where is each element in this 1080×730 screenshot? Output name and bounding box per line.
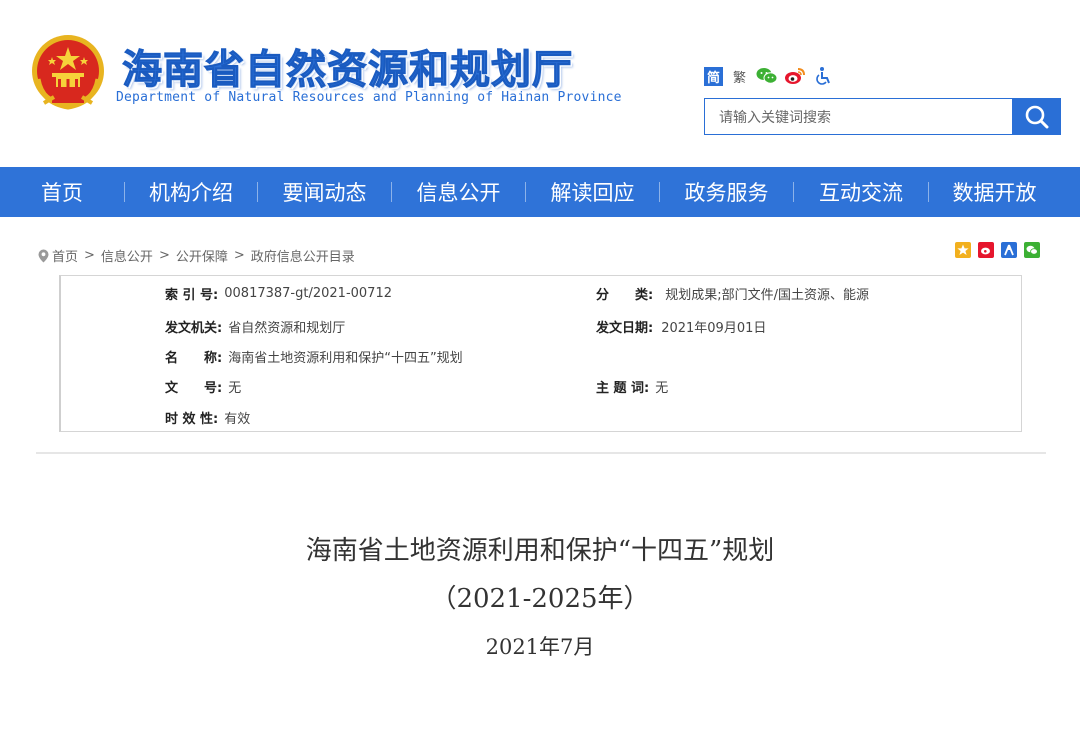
accessibility-icon[interactable] [812, 66, 834, 86]
nav-item-about[interactable]: 机构介绍 [125, 167, 257, 217]
site-subtitle: Department of Natural Resources and Plan… [116, 90, 622, 105]
site-title[interactable]: 海南省自然资源和规划厅 [122, 37, 573, 95]
date-value: 2021年09月01日 [661, 320, 767, 336]
search-button[interactable] [1012, 98, 1061, 135]
info-issuer-row: 发文机关: 省自然资源和规划厅 [165, 316, 345, 336]
location-pin-icon [38, 249, 49, 262]
name-value: 海南省土地资源利用和保护“十四五”规划 [228, 350, 463, 366]
weibo-icon[interactable] [784, 66, 806, 86]
article-date: 2021年7月 [485, 635, 595, 659]
issuer-value: 省自然资源和规划厅 [228, 320, 346, 336]
info-index-row: 索 引 号: 00817387-gt/2021-00712 [165, 283, 392, 303]
header-tools: 简 繁 [704, 66, 840, 86]
category-label: 分 类: [596, 287, 654, 303]
nav-item-open-data[interactable]: 数据开放 [929, 167, 1060, 217]
keywords-value: 无 [655, 380, 669, 396]
simplified-chinese-button[interactable]: 简 [704, 66, 723, 86]
traditional-chinese-button[interactable]: 繁 [733, 67, 746, 86]
article-title: 海南省土地资源利用和保护“十四五”规划 [305, 536, 775, 566]
renren-share-icon[interactable] [1001, 242, 1017, 258]
weibo-share-icon[interactable] [978, 242, 994, 258]
info-validity-row: 时 效 性: 有效 [165, 407, 250, 427]
breadcrumb-disclosure[interactable]: 信息公开 [101, 246, 153, 265]
breadcrumb-separator: > [233, 248, 245, 263]
nav-item-interpretation[interactable]: 解读回应 [526, 167, 659, 217]
date-label: 发文日期: [596, 320, 654, 336]
keywords-label: 主 题 词: [596, 380, 650, 396]
info-keywords-row: 主 题 词: 无 [596, 376, 668, 396]
nav-item-services[interactable]: 政务服务 [660, 167, 793, 217]
docno-label: 文 号: [165, 380, 223, 396]
info-date-row: 发文日期: 2021年09月01日 [596, 316, 766, 336]
validity-label: 时 效 性: [165, 411, 219, 427]
wechat-share-icon[interactable] [1024, 242, 1040, 258]
site-header: 海南省自然资源和规划厅 Department of Natural Resour… [0, 0, 1080, 167]
breadcrumb-separator: > [84, 248, 95, 263]
nav-item-news[interactable]: 要闻动态 [258, 167, 391, 217]
info-docno-row: 文 号: 无 [165, 376, 241, 396]
breadcrumb-catalog[interactable]: 政府信息公开目录 [251, 246, 355, 265]
content-divider [36, 452, 1046, 454]
breadcrumb-separator: > [158, 248, 170, 263]
breadcrumb: 首页 > 信息公开 > 公开保障 > 政府信息公开目录 [38, 246, 355, 265]
share-bar [955, 242, 1047, 258]
nav-item-interaction[interactable]: 互动交流 [794, 167, 928, 217]
search-bar [704, 98, 1061, 135]
national-emblem-icon[interactable] [28, 33, 108, 113]
info-name-row: 名 称: 海南省土地资源利用和保护“十四五”规划 [165, 346, 463, 366]
breadcrumb-home[interactable]: 首页 [52, 246, 78, 265]
breadcrumb-guarantee[interactable]: 公开保障 [176, 246, 228, 265]
name-label: 名 称: [165, 350, 223, 366]
qzone-share-icon[interactable] [955, 242, 971, 258]
article-period: （2021-2025年） [430, 584, 650, 614]
nav-item-disclosure[interactable]: 信息公开 [392, 167, 525, 217]
wechat-icon[interactable] [756, 66, 778, 86]
search-icon [1025, 105, 1048, 128]
issuer-label: 发文机关: [165, 320, 223, 336]
index-value: 00817387-gt/2021-00712 [224, 285, 392, 301]
info-category-row: 分 类: 规划成果;部门文件/国土资源、能源 [596, 283, 869, 303]
search-input[interactable] [704, 98, 1012, 135]
category-value: 规划成果;部门文件/国土资源、能源 [665, 287, 869, 303]
docno-value: 无 [228, 380, 242, 396]
main-nav: 首页 机构介绍 要闻动态 信息公开 解读回应 政务服务 互动交流 数据开放 [0, 167, 1080, 217]
nav-item-home[interactable]: 首页 [0, 167, 124, 217]
document-info-box: 索 引 号: 00817387-gt/2021-00712 分 类: 规划成果;… [59, 275, 1022, 432]
index-label: 索 引 号: [165, 287, 219, 303]
validity-value: 有效 [224, 411, 251, 427]
